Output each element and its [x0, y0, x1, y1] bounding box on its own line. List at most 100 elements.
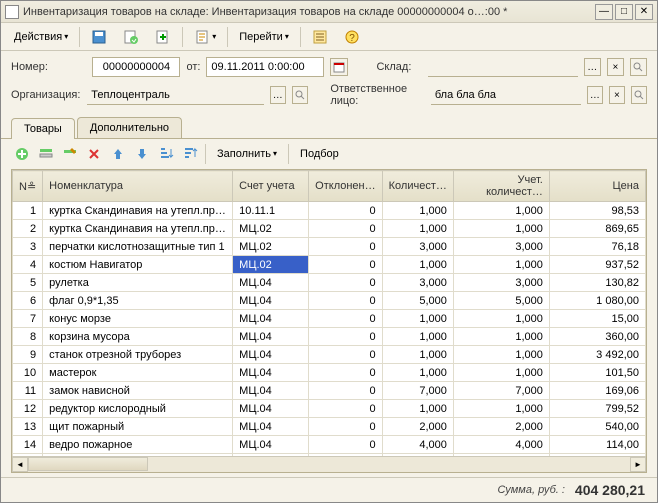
cell-uqty[interactable]: 1,000 [453, 346, 549, 364]
warehouse-input[interactable] [428, 57, 578, 77]
tab-goods[interactable]: Товары [11, 118, 75, 139]
col-price[interactable]: Цена [549, 171, 645, 202]
table-row[interactable]: 5рулеткаМЦ.0403,0003,000130,82 [13, 274, 646, 292]
cell-dev[interactable]: 0 [309, 274, 382, 292]
cell-qty[interactable]: 1,000 [382, 400, 453, 418]
scroll-thumb[interactable] [28, 457, 148, 471]
cell-price[interactable]: 1 080,00 [549, 292, 645, 310]
cell-n[interactable]: 8 [13, 328, 43, 346]
col-acc[interactable]: Счет учета [233, 171, 309, 202]
table-row[interactable]: 6флаг 0,9*1,35МЦ.0405,0005,0001 080,00 [13, 292, 646, 310]
cell-qty[interactable]: 1,000 [382, 202, 453, 220]
cell-acc[interactable]: МЦ.04 [233, 310, 309, 328]
cell-nom[interactable]: корзина мусора [43, 328, 233, 346]
number-input[interactable] [92, 57, 180, 77]
cell-n[interactable]: 4 [13, 256, 43, 274]
cell-n[interactable]: 6 [13, 292, 43, 310]
col-uqty[interactable]: Учет. количест… [453, 171, 549, 202]
cell-dev[interactable]: 0 [309, 238, 382, 256]
cell-n[interactable]: 3 [13, 238, 43, 256]
cell-uqty[interactable]: 4,000 [453, 436, 549, 454]
cell-uqty[interactable]: 1,000 [453, 220, 549, 238]
help-icon[interactable]: ? [337, 26, 367, 48]
cell-uqty[interactable]: 3,000 [453, 274, 549, 292]
close-button[interactable]: ✕ [635, 4, 653, 20]
sort-asc-icon[interactable] [155, 143, 177, 165]
cell-acc[interactable]: МЦ.04 [233, 436, 309, 454]
cell-nom[interactable]: мастерок [43, 364, 233, 382]
cell-uqty[interactable]: 1,000 [453, 400, 549, 418]
edit-row-icon[interactable] [59, 143, 81, 165]
warehouse-clear-button[interactable]: × [607, 58, 624, 76]
cell-n[interactable]: 1 [13, 202, 43, 220]
cell-nom[interactable]: куртка Скандинавия на утепл.пр… [43, 220, 233, 238]
h-scrollbar[interactable]: ◄ ► [12, 456, 646, 472]
cell-qty[interactable]: 1,000 [382, 346, 453, 364]
cell-uqty[interactable]: 1,000 [453, 310, 549, 328]
cell-price[interactable]: 101,50 [549, 364, 645, 382]
cell-uqty[interactable]: 2,000 [453, 418, 549, 436]
cell-n[interactable]: 12 [13, 400, 43, 418]
cell-dev[interactable]: 0 [309, 292, 382, 310]
cell-qty[interactable]: 1,000 [382, 220, 453, 238]
move-up-icon[interactable] [107, 143, 129, 165]
org-open-button[interactable] [292, 86, 308, 104]
table-row[interactable]: 13щит пожарныйМЦ.0402,0002,000540,00 [13, 418, 646, 436]
cell-dev[interactable]: 0 [309, 418, 382, 436]
cell-uqty[interactable]: 5,000 [453, 292, 549, 310]
cell-acc[interactable]: МЦ.04 [233, 346, 309, 364]
cell-price[interactable]: 169,06 [549, 382, 645, 400]
cell-nom[interactable]: перчатки кислотнозащитные тип 1 [43, 238, 233, 256]
table-row[interactable]: 12редуктор кислородныйМЦ.0401,0001,00079… [13, 400, 646, 418]
cell-acc[interactable]: МЦ.04 [233, 400, 309, 418]
cell-nom[interactable]: куртка Скандинавия на утепл.пр… [43, 202, 233, 220]
cell-qty[interactable]: 1,000 [382, 328, 453, 346]
report-icon[interactable]: ▾ [187, 26, 223, 48]
scroll-right-icon[interactable]: ► [630, 457, 646, 472]
insert-row-icon[interactable] [35, 143, 57, 165]
cell-uqty[interactable]: 1,000 [453, 364, 549, 382]
save-icon[interactable] [84, 26, 114, 48]
cell-dev[interactable]: 0 [309, 310, 382, 328]
cell-acc[interactable]: МЦ.02 [233, 238, 309, 256]
cell-price[interactable]: 799,52 [549, 400, 645, 418]
col-nom[interactable]: Номенклатура [43, 171, 233, 202]
tab-extra[interactable]: Дополнительно [77, 117, 182, 138]
cell-acc[interactable]: 10.11.1 [233, 202, 309, 220]
cell-nom[interactable]: конус морзе [43, 310, 233, 328]
cell-acc[interactable]: МЦ.04 [233, 292, 309, 310]
cell-nom[interactable]: замок нависной [43, 382, 233, 400]
cell-dev[interactable]: 0 [309, 256, 382, 274]
cell-dev[interactable]: 0 [309, 202, 382, 220]
cell-dev[interactable]: 0 [309, 220, 382, 238]
cell-nom[interactable]: ведро пожарное [43, 436, 233, 454]
cell-acc[interactable]: МЦ.04 [233, 382, 309, 400]
repost-icon[interactable] [148, 26, 178, 48]
calendar-icon[interactable] [330, 58, 347, 76]
cell-n[interactable]: 11 [13, 382, 43, 400]
cell-dev[interactable]: 0 [309, 364, 382, 382]
resp-select-button[interactable]: … [587, 86, 603, 104]
cell-acc[interactable]: МЦ.02 [233, 220, 309, 238]
table-row[interactable]: 7конус морзеМЦ.0401,0001,00015,00 [13, 310, 646, 328]
cell-qty[interactable]: 1,000 [382, 364, 453, 382]
resp-open-button[interactable] [631, 86, 647, 104]
col-dev[interactable]: Отклонен… [309, 171, 382, 202]
org-select-button[interactable]: … [270, 86, 286, 104]
cell-n[interactable]: 2 [13, 220, 43, 238]
cell-n[interactable]: 13 [13, 418, 43, 436]
move-down-icon[interactable] [131, 143, 153, 165]
table-row[interactable]: 10мастерокМЦ.0401,0001,000101,50 [13, 364, 646, 382]
cell-n[interactable]: 10 [13, 364, 43, 382]
cell-price[interactable]: 130,82 [549, 274, 645, 292]
cell-uqty[interactable]: 7,000 [453, 382, 549, 400]
cell-price[interactable]: 15,00 [549, 310, 645, 328]
cell-qty[interactable]: 5,000 [382, 292, 453, 310]
col-qty[interactable]: Количест… [382, 171, 453, 202]
cell-price[interactable]: 114,00 [549, 436, 645, 454]
cell-acc[interactable]: МЦ.04 [233, 418, 309, 436]
fill-menu[interactable]: Заполнить ▾ [210, 143, 284, 165]
maximize-button[interactable]: □ [615, 4, 633, 20]
cell-nom[interactable]: редуктор кислородный [43, 400, 233, 418]
sort-desc-icon[interactable] [179, 143, 201, 165]
